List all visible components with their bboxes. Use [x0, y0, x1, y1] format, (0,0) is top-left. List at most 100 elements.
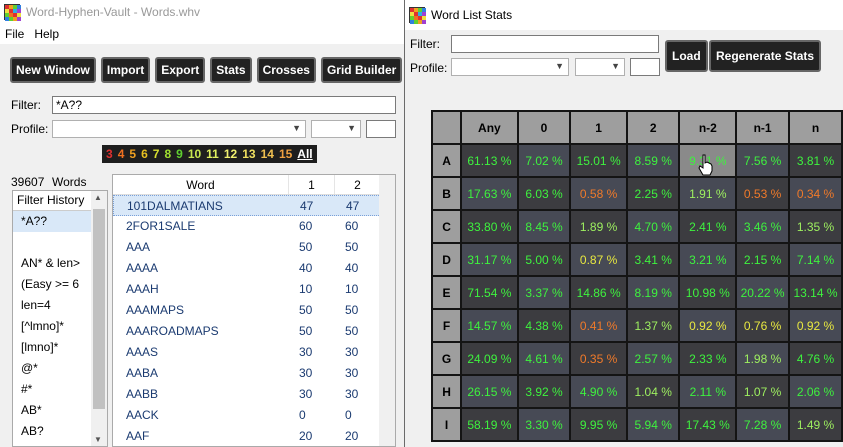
stat-cell[interactable]: 5.00 %: [516, 242, 572, 277]
word-row[interactable]: AAAA 40 40: [113, 258, 395, 279]
stat-cell[interactable]: 9.95 %: [569, 407, 628, 442]
stat-cell[interactable]: 3.46 %: [735, 209, 791, 244]
menu-help[interactable]: Help: [29, 27, 64, 41]
stat-cell[interactable]: 1.89 %: [569, 209, 628, 244]
history-item[interactable]: len=4: [13, 295, 93, 316]
length-filter-12[interactable]: 12: [224, 147, 237, 161]
stat-cell[interactable]: 14.86 %: [569, 275, 628, 310]
stats-filter-input[interactable]: [451, 35, 659, 53]
scroll-down-icon[interactable]: ▼: [94, 435, 102, 444]
word-row[interactable]: AAAS 30 30: [113, 342, 395, 363]
stat-cell[interactable]: 0.92 %: [678, 308, 738, 343]
history-item[interactable]: [13, 232, 93, 253]
scroll-up-icon[interactable]: ▲: [94, 193, 102, 202]
stat-cell[interactable]: 2.33 %: [678, 341, 738, 376]
stat-cell[interactable]: 4.76 %: [788, 341, 843, 376]
word-row[interactable]: AAAROADMAPS 50 50: [113, 321, 395, 342]
stat-cell[interactable]: 2.06 %: [788, 374, 843, 409]
stat-cell[interactable]: 3.30 %: [516, 407, 572, 442]
word-list[interactable]: Word 1 2 101DALMATIANS 47 47 2FOR1SALE 60 60 A…: [112, 174, 396, 447]
profile-select[interactable]: ▼: [52, 120, 306, 138]
word-row[interactable]: 2FOR1SALE 60 60: [113, 216, 395, 237]
new-window-button[interactable]: New Window: [10, 57, 96, 83]
history-item[interactable]: #*: [13, 379, 93, 400]
stat-cell[interactable]: 4.90 %: [569, 374, 628, 409]
column-header-1[interactable]: 1: [289, 175, 335, 194]
stat-cell[interactable]: 2.25 %: [625, 176, 681, 211]
length-filter-8[interactable]: 8: [164, 147, 171, 161]
stat-cell[interactable]: 2.41 %: [678, 209, 738, 244]
stat-cell[interactable]: 5.94 %: [625, 407, 681, 442]
stat-cell[interactable]: 31.17 %: [460, 242, 519, 277]
length-filter-9[interactable]: 9: [176, 147, 183, 161]
stat-cell[interactable]: 0.92 %: [788, 308, 843, 343]
regenerate-stats-button[interactable]: Regenerate Stats: [709, 40, 822, 72]
filter-history-list[interactable]: Filter History *A?? AN* & len> (Easy >= 6l…: [12, 190, 108, 447]
grid-builder-button[interactable]: Grid Builder: [320, 57, 403, 83]
length-filter-15[interactable]: 15: [279, 147, 292, 161]
history-item[interactable]: [lmno]*: [13, 337, 93, 358]
history-item[interactable]: [^lmno]*: [13, 316, 93, 337]
stat-cell[interactable]: 1.37 %: [625, 308, 681, 343]
stat-cell[interactable]: 7.56 %: [735, 143, 791, 178]
length-filter-11[interactable]: 11: [206, 147, 219, 161]
stat-cell[interactable]: 0.76 %: [735, 308, 791, 343]
crosses-button[interactable]: Crosses: [256, 57, 316, 83]
stat-cell[interactable]: 3.21 %: [678, 242, 738, 277]
profile-value-input[interactable]: [366, 120, 396, 138]
profile-sub-select[interactable]: ▼: [311, 120, 361, 138]
length-filter-3[interactable]: 3: [106, 147, 113, 161]
word-list-scrollbar[interactable]: [379, 175, 395, 446]
stat-cell[interactable]: 2.15 %: [735, 242, 791, 277]
stat-cell[interactable]: 4.38 %: [516, 308, 572, 343]
stat-cell[interactable]: 0.34 %: [788, 176, 843, 211]
stat-cell[interactable]: 2.57 %: [625, 341, 681, 376]
length-filter-10[interactable]: 10: [188, 147, 201, 161]
stat-cell[interactable]: 15.01 %: [569, 143, 628, 178]
length-filter-6[interactable]: 6: [141, 147, 148, 161]
menu-file[interactable]: File: [0, 27, 29, 41]
stat-cell[interactable]: 4.61 %: [516, 341, 572, 376]
stat-cell[interactable]: 3.81 %: [788, 143, 843, 178]
word-row[interactable]: AAAMAPS 50 50: [113, 300, 395, 321]
stat-cell[interactable]: 1.98 %: [735, 341, 791, 376]
stat-cell[interactable]: 3.92 %: [516, 374, 572, 409]
stats-profile-sub-select[interactable]: ▼: [575, 58, 625, 76]
length-filter-5[interactable]: 5: [129, 147, 136, 161]
stat-cell[interactable]: 0.35 %: [569, 341, 628, 376]
length-filter-7[interactable]: 7: [153, 147, 160, 161]
history-item[interactable]: @*: [13, 358, 93, 379]
stat-cell[interactable]: 61.13 %: [460, 143, 519, 178]
stat-cell[interactable]: 20.22 %: [735, 275, 791, 310]
stat-cell[interactable]: 7.14 %: [788, 242, 843, 277]
stat-cell[interactable]: 24.09 %: [460, 341, 519, 376]
history-scroll-thumb[interactable]: [93, 209, 105, 409]
stat-cell[interactable]: 6.03 %: [516, 176, 572, 211]
stat-cell[interactable]: 7.28 %: [735, 407, 791, 442]
word-row[interactable]: AACK 0 0: [113, 405, 395, 426]
word-row[interactable]: AABA 30 30: [113, 363, 395, 384]
history-item[interactable]: AB*: [13, 400, 93, 421]
stat-cell[interactable]: 13.14 %: [788, 275, 843, 310]
stat-cell[interactable]: 10.98 %: [678, 275, 738, 310]
stat-cell[interactable]: 4.70 %: [625, 209, 681, 244]
stat-cell[interactable]: 3.41 %: [625, 242, 681, 277]
filter-input[interactable]: *A??: [52, 96, 396, 114]
stat-cell[interactable]: 58.19 %: [460, 407, 519, 442]
stat-cell[interactable]: 71.54 %: [460, 275, 519, 310]
stats-button[interactable]: Stats: [210, 57, 252, 83]
length-filter-all[interactable]: All: [297, 147, 312, 161]
stat-cell[interactable]: 8.19 %: [625, 275, 681, 310]
column-header-2[interactable]: 2: [335, 175, 381, 194]
stat-cell[interactable]: 26.15 %: [460, 374, 519, 409]
stat-cell[interactable]: 1.91 %: [678, 176, 738, 211]
import-button[interactable]: Import: [100, 57, 151, 83]
length-filter-13[interactable]: 13: [242, 147, 255, 161]
stat-cell[interactable]: 0.58 %: [569, 176, 628, 211]
stat-cell[interactable]: 1.07 %: [735, 374, 791, 409]
stat-cell[interactable]: 17.63 %: [460, 176, 519, 211]
column-header-word[interactable]: Word: [113, 175, 289, 194]
export-button[interactable]: Export: [155, 57, 206, 83]
length-filter-4[interactable]: 4: [118, 147, 125, 161]
stats-profile-select[interactable]: ▼: [451, 58, 569, 76]
